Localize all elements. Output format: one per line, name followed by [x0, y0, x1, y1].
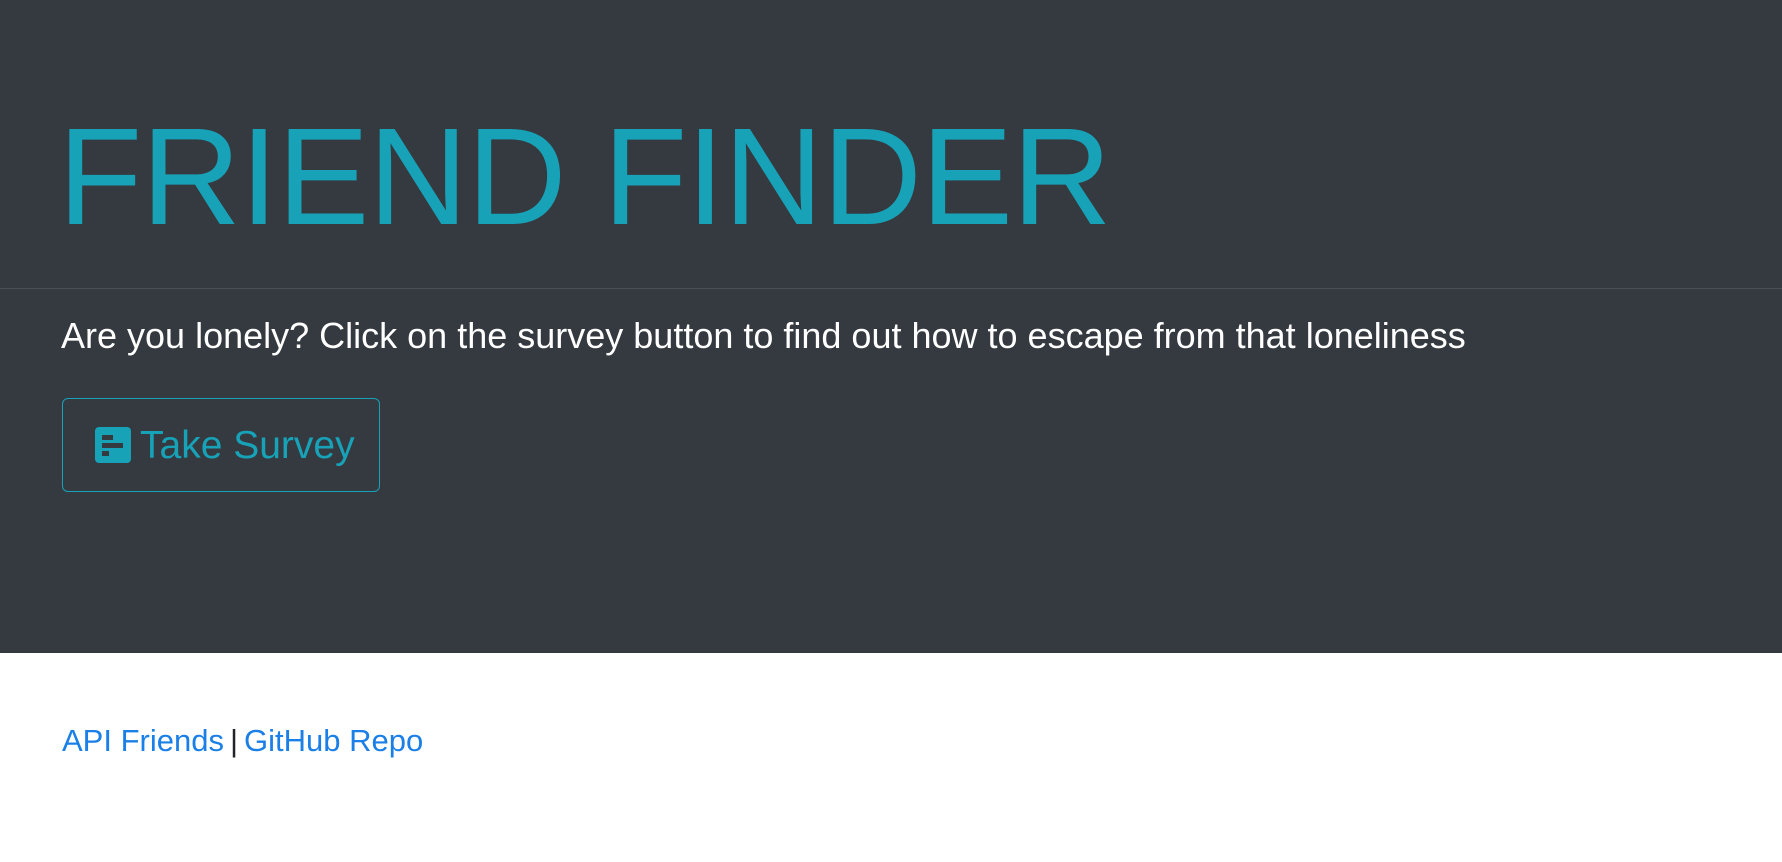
take-survey-button[interactable]: Take Survey: [62, 398, 380, 492]
footer-separator: |: [229, 723, 239, 758]
page-title: FRIEND FINDER: [58, 100, 1112, 254]
lead-text: Are you lonely? Click on the survey butt…: [61, 315, 1466, 356]
api-friends-link[interactable]: API Friends: [62, 723, 224, 758]
survey-icon: [95, 427, 131, 463]
take-survey-label: Take Survey: [140, 423, 355, 467]
github-repo-link[interactable]: GitHub Repo: [244, 723, 423, 758]
divider: [0, 288, 1782, 289]
footer: API Friends | GitHub Repo: [62, 721, 423, 761]
jumbotron: FRIEND FINDER Are you lonely? Click on t…: [0, 0, 1782, 653]
